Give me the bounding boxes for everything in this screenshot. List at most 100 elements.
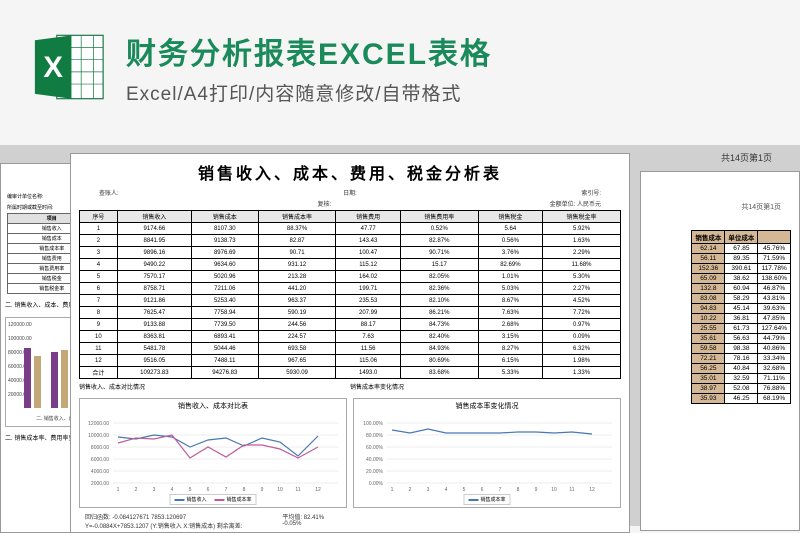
meta-field: 日期: [343,188,357,197]
cell: 7.72% [543,307,621,319]
cell: 32.68% [758,364,791,374]
meta-field: 查账人: [99,188,119,197]
cell: 9133.88 [117,319,191,331]
cell: 3.76% [478,247,542,259]
page-indicator-2: 共14页第1页 [741,202,781,212]
chart-section-label: 销售成本率变化情况 [350,382,621,391]
cell: 2.68% [478,319,542,331]
side-th [758,231,791,244]
cell: 2.29% [543,247,621,259]
svg-text:12000.00: 12000.00 [88,421,109,427]
cell: 90.71% [400,247,478,259]
cell: 38.97 [692,384,725,394]
cell: 1.63% [543,235,621,247]
cell: 7488.11 [191,355,258,367]
cell: 8107.30 [191,223,258,235]
cell: 9896.16 [117,247,191,259]
chart-legend: 销售成本率 [463,494,510,505]
cell: 56.11 [692,254,725,264]
cell: 7625.47 [117,307,191,319]
cell: 60.94 [725,284,758,294]
svg-text:6: 6 [207,487,210,493]
cell: 207.99 [336,307,400,319]
cell: 5930.09 [258,367,336,379]
cell: 1.33% [543,367,621,379]
cell-total: 合计 [80,367,118,379]
cell: 43.81% [758,294,791,304]
main-data-table: 序号 销售收入 销售成本 销售成本率 销售费用 销售费用率 销售税金 销售税金率… [79,210,621,379]
charts-row: 销售收入、成本对比表 12000.00 10000.00 8000.00 600… [79,398,621,508]
value: Y=-0.0884X+7853.1207 (Y:销售收入 X:销售成本) [85,524,215,530]
svg-text:4: 4 [171,487,174,493]
svg-text:6: 6 [481,487,484,493]
th: 销售费用 [336,211,400,223]
cell: 83.08 [692,294,725,304]
cell: 65.09 [692,274,725,284]
cell: 6.15% [478,355,542,367]
svg-text:3: 3 [153,487,156,493]
cell: 8.27% [478,343,542,355]
cell: 35.93 [692,394,725,404]
svg-text:3: 3 [427,487,430,493]
cell: 244.56 [258,319,336,331]
cell: 84.93% [400,343,478,355]
cell: 82.87 [258,235,336,247]
cell: 1493.0 [336,367,400,379]
cell: 36.81 [725,314,758,324]
legend-label: 销售收入 [186,496,206,503]
svg-text:12: 12 [315,487,321,493]
line-chart-revenue-cost: 销售收入、成本对比表 12000.00 10000.00 8000.00 600… [79,398,347,508]
legend-label: 销售成本率 [480,496,505,503]
cell: 76.88% [758,384,791,394]
cell: 132.8 [692,284,725,294]
svg-text:0.00%: 0.00% [369,481,384,487]
cell: 46.87% [758,284,791,294]
cell: 152.36 [692,264,725,274]
cell: 11 [80,343,118,355]
cell: 44.79% [758,334,791,344]
regression-info: 回归函数: -0.084127671 7853.120697 Y=-0.0884… [79,512,621,530]
cell: 1.01% [478,271,542,283]
cell: 5253.40 [191,295,258,307]
cell: 9490.22 [117,259,191,271]
cell: 78.16 [725,354,758,364]
svg-text:5: 5 [189,487,192,493]
document-title: 销售收入、成本、费用、税金分析表 [79,160,621,184]
svg-text:8: 8 [517,487,520,493]
cell: 164.02 [336,271,400,283]
cell: 40.84 [725,364,758,374]
cell: 7739.50 [191,319,258,331]
chart-section-label: 销售收入、成本对比情况 [79,382,350,391]
cell: 3 [80,247,118,259]
cell: 86.21% [400,307,478,319]
excel-app-icon: X [30,28,108,106]
th: 销售税金率 [543,211,621,223]
cell: 11.56 [336,343,400,355]
cell: 52.08 [725,384,758,394]
cell: 931.12 [258,259,336,271]
cell: 62.14 [692,244,725,254]
svg-text:1: 1 [117,487,120,493]
cell: 32.59 [725,374,758,384]
value: -0.084127671 [112,515,149,521]
cell: 8363.81 [117,331,191,343]
label: 剩余离差: [217,524,243,530]
cell: 89.35 [725,254,758,264]
cell: 8758.71 [117,283,191,295]
cell: 88.37% [258,223,336,235]
svg-text:9: 9 [261,487,264,493]
cell: 117.78% [758,264,791,274]
cell: 3.15% [478,331,542,343]
cell: 5.03% [478,283,542,295]
cell: 967.65 [258,355,336,367]
cell: 82.69% [478,259,542,271]
cell: 8.67% [478,295,542,307]
cell: 33.34% [758,354,791,364]
svg-text:8: 8 [243,487,246,493]
cell: 5481.78 [117,343,191,355]
svg-text:40.00%: 40.00% [366,457,384,463]
cell: 58.29 [725,294,758,304]
document-meta-row: 复核: 金额单位: 人民币元 [79,199,621,208]
cell: 7758.94 [191,307,258,319]
cell: 10 [80,331,118,343]
